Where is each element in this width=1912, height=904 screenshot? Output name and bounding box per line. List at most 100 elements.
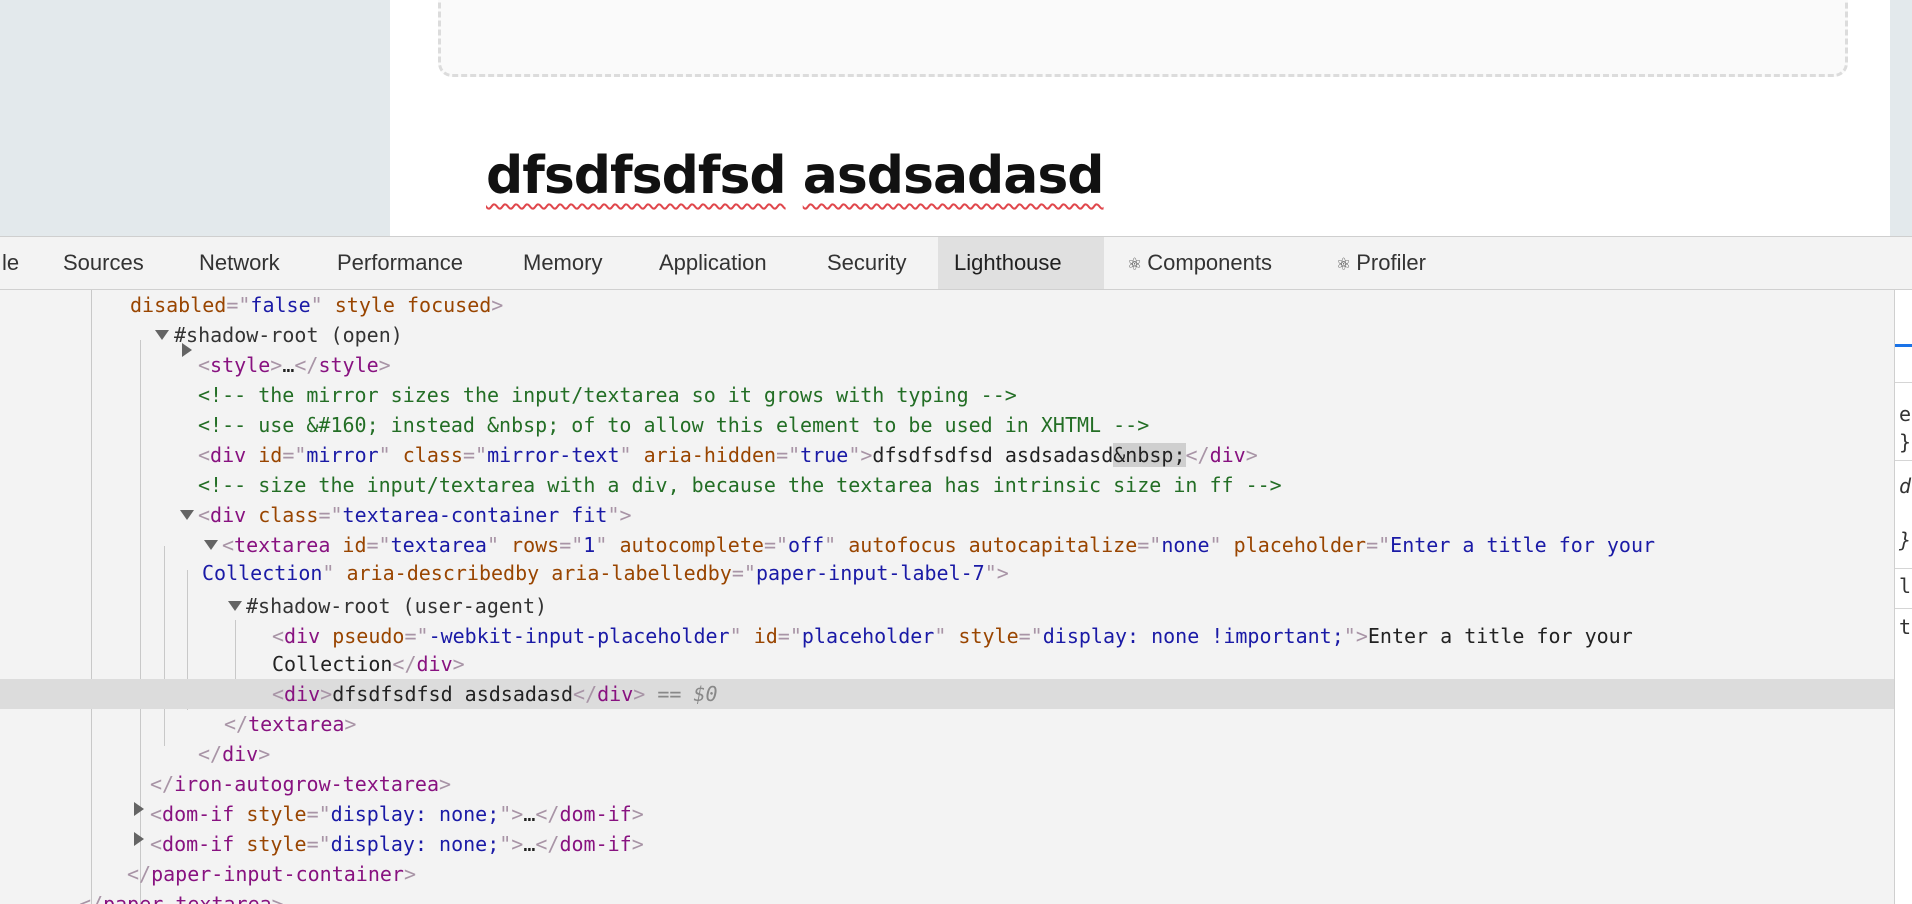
attr-value: mirror xyxy=(306,443,379,467)
tag-name: dom-if xyxy=(559,802,632,826)
tag-name: textarea xyxy=(234,533,331,557)
attr-name: autocomplete xyxy=(619,533,764,557)
tag-name: dom-if xyxy=(162,832,235,856)
comment-text: <!-- size the input/textarea with a div,… xyxy=(198,473,1282,497)
tab-sources[interactable]: Sources xyxy=(47,237,160,289)
sidebar-tab-indicator xyxy=(1895,344,1912,347)
tag-name: div xyxy=(284,682,321,706)
tree-line-close-iron[interactable]: </iron-autogrow-textarea> xyxy=(150,769,451,799)
collapse-triangle-icon[interactable] xyxy=(155,330,169,340)
attr-value: mirror-text xyxy=(487,443,620,467)
shadow-root-label: #shadow-root (open) xyxy=(174,323,403,347)
tree-line-textarea-wrap[interactable]: Collection" aria-describedby aria-labell… xyxy=(202,558,1009,588)
tab-application[interactable]: Application xyxy=(643,237,783,289)
tree-line-dom-if[interactable]: <dom-if style="display: none;">…</dom-if… xyxy=(150,829,644,859)
attr-value: off xyxy=(788,533,825,557)
tree-line-placeholder-div[interactable]: <div pseudo="-webkit-input-placeholder" … xyxy=(272,621,1633,651)
tab-label: Profiler xyxy=(1356,250,1426,275)
tab-performance[interactable]: Performance xyxy=(321,237,479,289)
tree-line-close-textarea[interactable]: </textarea> xyxy=(224,709,356,739)
tab-label: Memory xyxy=(523,250,603,275)
tag-name: style xyxy=(318,353,379,377)
sidebar-divider xyxy=(1895,460,1912,461)
attr-name: aria-describedby xyxy=(346,561,540,585)
tab-label: Performance xyxy=(337,250,463,275)
collapse-triangle-icon[interactable] xyxy=(180,510,194,520)
attr-value: paper-input-label-7 xyxy=(755,561,985,585)
tab-console[interactable]: le xyxy=(0,237,35,289)
sidebar-divider xyxy=(1895,382,1912,383)
attr-value: display: none; xyxy=(330,832,500,856)
attr-value: placeholder xyxy=(801,624,935,648)
tree-line-textarea[interactable]: <textarea id="textarea" rows="1" autocom… xyxy=(222,530,1655,560)
text-node: dfsdfsdfsd asdsadasd xyxy=(872,443,1114,467)
tab-components[interactable]: ⚛ Components xyxy=(1111,237,1288,289)
styles-sidebar[interactable]: e } d } l t xyxy=(1894,290,1912,904)
tree-line-div-mirror[interactable]: <div id="mirror" class="mirror-text" ari… xyxy=(198,440,1258,470)
attr-name: aria-hidden xyxy=(643,443,777,467)
elements-tree[interactable]: disabled="false" style focused> #shadow-… xyxy=(0,290,1894,904)
sidebar-text: t xyxy=(1899,615,1912,639)
attr-name: id xyxy=(258,443,283,467)
tag-name: style xyxy=(210,353,271,377)
tree-line[interactable]: disabled="false" style focused> xyxy=(130,290,503,320)
tree-line-comment[interactable]: <!-- size the input/textarea with a div,… xyxy=(198,470,1282,500)
tree-line-comment[interactable]: <!-- use &#160; instead &nbsp; of to all… xyxy=(198,410,1149,440)
tag-name: div xyxy=(210,443,247,467)
text-node: Enter a title for your xyxy=(1367,624,1633,648)
attr-name: class xyxy=(258,503,319,527)
tree-line-textarea-container[interactable]: <div class="textarea-container fit"> xyxy=(198,500,632,530)
tree-line-close-paper-textarea[interactable]: </paper-textarea> xyxy=(79,889,284,904)
image-dropzone[interactable] xyxy=(438,0,1848,77)
expand-triangle-icon[interactable] xyxy=(134,802,144,816)
attr-value: display: none; xyxy=(330,802,500,826)
tab-label: Components xyxy=(1147,250,1272,275)
attr-value: true xyxy=(800,443,849,467)
tree-line-selected[interactable]: <div>dfsdfsdfsd asdsadasd</div> == $0 xyxy=(0,679,1894,709)
tree-line-shadow-root-ua[interactable]: #shadow-root (user-agent) xyxy=(246,591,547,621)
text-node: dfsdfsdfsd asdsadasd xyxy=(332,682,574,706)
attr-name: placeholder xyxy=(1233,533,1367,557)
collapse-triangle-icon[interactable] xyxy=(228,601,242,611)
ellipsis: … xyxy=(523,832,536,856)
tree-line-close-div[interactable]: </div> xyxy=(198,739,270,769)
expand-triangle-icon[interactable] xyxy=(134,832,144,846)
attr-name: id xyxy=(342,533,367,557)
tree-line-comment[interactable]: <!-- the mirror sizes the input/textarea… xyxy=(198,380,1017,410)
tag-name: div xyxy=(222,742,259,766)
indent-guide xyxy=(91,290,92,904)
tab-profiler[interactable]: ⚛ Profiler xyxy=(1320,237,1442,289)
attr-name: autofocus xyxy=(848,533,957,557)
expand-triangle-icon[interactable] xyxy=(182,343,192,357)
tag-name: textarea xyxy=(248,712,345,736)
tree-line-style[interactable]: <style>…</style> xyxy=(198,350,391,380)
shadow-root-label: #shadow-root (user-agent) xyxy=(246,594,548,618)
tree-line-placeholder-wrap[interactable]: Collection</div> xyxy=(272,649,465,679)
sidebar-divider xyxy=(1895,608,1912,609)
tag-name: paper-textarea xyxy=(103,892,272,904)
tree-line-close-paper-input-container[interactable]: </paper-input-container> xyxy=(127,859,416,889)
attr-value: display: none !important; xyxy=(1042,624,1344,648)
tag-name: div xyxy=(210,503,247,527)
collapse-triangle-icon[interactable] xyxy=(204,540,218,550)
tab-lighthouse[interactable]: Lighthouse xyxy=(938,237,1104,289)
devtools-tab-bar: le Sources Network Performance Memory Ap… xyxy=(0,236,1912,290)
attr-name: focused xyxy=(407,293,492,317)
collection-title[interactable]: dfsdfsdfsd asdsadasd xyxy=(486,150,1105,202)
attr-value: none xyxy=(1161,533,1210,557)
tree-line-shadow-root[interactable]: #shadow-root (open) xyxy=(174,320,403,350)
tab-memory[interactable]: Memory xyxy=(507,237,618,289)
tree-line-dom-if[interactable]: <dom-if style="display: none;">…</dom-if… xyxy=(150,799,644,829)
tab-security[interactable]: Security xyxy=(811,237,922,289)
attr-name: id xyxy=(753,624,778,648)
attr-name: class xyxy=(402,443,463,467)
ellipsis: … xyxy=(523,802,536,826)
tab-label: Lighthouse xyxy=(954,250,1062,275)
tab-network[interactable]: Network xyxy=(183,237,296,289)
sidebar-text: } xyxy=(1899,430,1912,454)
attr-name: style xyxy=(334,293,395,317)
sidebar-divider xyxy=(1895,568,1912,569)
indent-guide xyxy=(235,620,236,688)
tag-name: dom-if xyxy=(162,802,235,826)
tab-label: Sources xyxy=(63,250,144,275)
